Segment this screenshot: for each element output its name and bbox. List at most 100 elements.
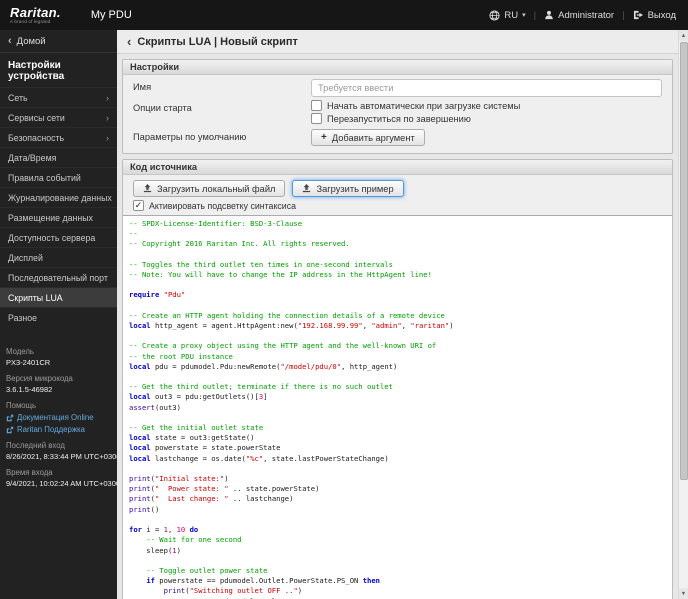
logout-button[interactable]: Выход bbox=[633, 10, 676, 21]
chevron-left-icon: ‹ bbox=[8, 34, 12, 47]
sidebar-item[interactable]: Скрипты LUA bbox=[0, 287, 117, 307]
documentation-link[interactable]: Документация Online bbox=[6, 413, 111, 422]
restart-checkbox[interactable]: Перезапуститься по завершению bbox=[311, 113, 662, 124]
sidebar-item-label: Сервисы сети bbox=[8, 112, 65, 123]
load-local-file-button[interactable]: Загрузить локальный файл bbox=[133, 180, 286, 197]
scrollbar-thumb[interactable] bbox=[680, 42, 688, 480]
add-argument-button[interactable]: + Добавить аргумент bbox=[311, 129, 425, 146]
code-line: -- the root PDU instance bbox=[129, 351, 233, 361]
language-label: RU bbox=[504, 9, 519, 21]
sidebar-item[interactable]: Сервисы сети › bbox=[0, 107, 117, 127]
sidebar-item[interactable]: Дисплей bbox=[0, 247, 117, 267]
sidebar-section-title[interactable]: Настройки устройства bbox=[0, 53, 117, 87]
sidebar-item-label: Правила событий bbox=[8, 172, 81, 183]
sidebar-item[interactable]: Дата/Время bbox=[0, 147, 117, 167]
sidebar-item[interactable]: Безопасность › bbox=[0, 127, 117, 147]
page-scrollbar[interactable]: ▲ ▼ bbox=[678, 30, 688, 599]
load-example-button[interactable]: Загрузить пример bbox=[292, 180, 404, 197]
sidebar-item-home[interactable]: ‹ Домой bbox=[0, 30, 117, 53]
code-line: -- Wait for one second bbox=[146, 535, 242, 545]
raritan-logo[interactable]: Raritan. A brand of legrand bbox=[10, 6, 61, 25]
user-menu[interactable]: Administrator bbox=[544, 10, 614, 21]
separator: | bbox=[533, 9, 537, 21]
model-value: PX3-2401CR bbox=[6, 358, 51, 367]
code-line: print("Initial state:") bbox=[129, 474, 229, 484]
back-icon[interactable]: ‹ bbox=[127, 35, 131, 48]
sidebar-item[interactable]: Последовательный порт bbox=[0, 267, 117, 287]
code-line: -- SPDX-License-Identifier: BSD-3-Clause bbox=[129, 219, 303, 228]
support-link-label: Raritan Поддержка bbox=[17, 425, 85, 434]
code-line: -- Toggle outlet power state bbox=[146, 565, 268, 575]
sidebar-item-label: Сеть bbox=[8, 92, 28, 103]
sidebar-item[interactable]: Правила событий bbox=[0, 167, 117, 187]
page-header: ‹ Скрипты LUA | Новый скрипт bbox=[117, 30, 678, 54]
code-line: -- Note: You will have to change the IP … bbox=[129, 270, 432, 280]
sidebar-item-label: Дата/Время bbox=[8, 152, 57, 163]
code-line: local state = out3:getState() bbox=[129, 433, 255, 443]
sidebar-item[interactable]: Размещение данных bbox=[0, 207, 117, 227]
sidebar-item-label: Скрипты LUA bbox=[8, 292, 63, 303]
start-options-row: Опции старта Начать автоматически при за… bbox=[133, 100, 662, 126]
language-selector[interactable]: RU ▾ bbox=[489, 9, 526, 21]
name-input[interactable] bbox=[311, 79, 662, 97]
code-line: for i = 1, 10 do bbox=[129, 525, 199, 535]
code-line: sleep(1) bbox=[129, 545, 181, 555]
default-args-label: Параметры по умолчанию bbox=[133, 132, 247, 142]
sidebar-item-label: Журналирование данных bbox=[8, 192, 112, 203]
user-icon bbox=[545, 10, 553, 20]
load-example-label: Загрузить пример bbox=[316, 183, 394, 194]
sidebar-home-label: Домой bbox=[16, 35, 46, 47]
scroll-up-button[interactable]: ▲ bbox=[679, 30, 688, 41]
syntax-highlight-checkbox[interactable]: ✓ Активировать подсветку синтаксиса bbox=[133, 200, 662, 211]
login-time-label: Время входа bbox=[6, 468, 53, 477]
source-panel-body: Загрузить локальный файл Загрузить приме… bbox=[123, 175, 672, 599]
sidebar-menu: Сеть › Сервисы сети › Безопасность › Дата/Врем… bbox=[0, 87, 117, 327]
globe-icon bbox=[489, 9, 500, 21]
sidebar-item[interactable]: Сеть › bbox=[0, 87, 117, 107]
code-editor[interactable]: -- SPDX-License-Identifier: BSD-3-Clause… bbox=[123, 215, 672, 599]
code-line: print("Switching outlet OFF ..") bbox=[163, 586, 303, 596]
support-link[interactable]: Raritan Поддержка bbox=[6, 425, 111, 434]
scroll-down-button[interactable]: ▼ bbox=[679, 588, 688, 599]
code-line: -- Get the initial outlet state bbox=[129, 423, 264, 433]
sidebar: ‹ Домой Настройки устройства Сеть › Сервис… bbox=[0, 30, 117, 599]
sidebar-item[interactable]: Журналирование данных bbox=[0, 187, 117, 207]
chevron-right-icon: › bbox=[106, 112, 109, 123]
documentation-link-label: Документация Online bbox=[17, 413, 94, 422]
code-line: print() bbox=[129, 504, 160, 514]
firmware-value: 3.6.1.5-46982 bbox=[6, 385, 53, 394]
checkbox-icon[interactable] bbox=[311, 113, 322, 124]
sidebar-item-label: Разное bbox=[8, 312, 38, 323]
code-line: assert(out3) bbox=[129, 402, 181, 412]
plus-icon: + bbox=[321, 132, 327, 143]
autostart-checkbox[interactable]: Начать автоматически при загрузке систем… bbox=[311, 100, 662, 111]
add-argument-label: Добавить аргумент bbox=[331, 132, 415, 143]
name-row: Имя bbox=[133, 79, 662, 97]
logout-icon bbox=[633, 10, 643, 20]
upload-icon bbox=[303, 184, 311, 193]
checkbox-icon[interactable] bbox=[311, 100, 322, 111]
code-line: local pdu = pdumodel.Pdu:newRemote("/mod… bbox=[129, 361, 398, 371]
syntax-highlight-label: Активировать подсветку синтаксиса bbox=[149, 200, 296, 211]
chevron-right-icon: › bbox=[106, 132, 109, 143]
checkbox-icon[interactable]: ✓ bbox=[133, 200, 144, 211]
start-options-label: Опции старта bbox=[133, 103, 192, 113]
code-line: -- Get the third outlet; terminate if th… bbox=[129, 382, 393, 392]
autostart-checkbox-label: Начать автоматически при загрузке систем… bbox=[327, 100, 521, 111]
code-line: local powerstate = state.powerState bbox=[129, 443, 281, 453]
source-panel-title: Код источника bbox=[123, 160, 672, 175]
code-line: -- Toggles the third outlet ten times in… bbox=[129, 259, 393, 269]
sidebar-item[interactable]: Разное bbox=[0, 307, 117, 327]
sidebar-item-label: Безопасность bbox=[8, 132, 65, 143]
device-info: Модель PX3-2401CR Версия микрокода 3.6.1… bbox=[0, 327, 117, 488]
sidebar-item[interactable]: Доступность сервера bbox=[0, 227, 117, 247]
code-line: local http_agent = agent.HttpAgent:new("… bbox=[129, 321, 454, 331]
sidebar-item-label: Дисплей bbox=[8, 252, 43, 263]
topbar-actions: RU ▾ | Administrator | Выход bbox=[489, 10, 688, 21]
